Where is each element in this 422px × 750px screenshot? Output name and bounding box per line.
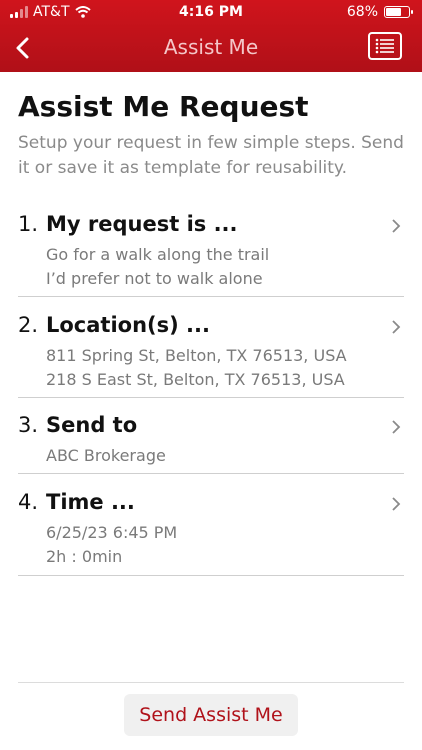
step-time[interactable]: 4. Time ... 6/25/23 6:45 PM 2h : 0min [18,490,404,576]
step-detail: 2h : 0min [46,547,123,566]
step-number: 4. [18,490,39,514]
step-heading: 4. Time ... [18,490,135,514]
step-title: Time ... [46,490,135,514]
step-detail: 811 Spring St, Belton, TX 76513, USA [46,346,347,365]
step-detail: 218 S East St, Belton, TX 76513, USA [46,370,345,389]
send-assist-me-button[interactable]: Send Assist Me [124,694,298,736]
nav-title: Assist Me [163,35,259,59]
chevron-right-icon [392,420,401,434]
step-send-to[interactable]: 3. Send to ABC Brokerage [18,413,404,474]
page-subtitle: Setup your request in few simple steps. … [18,131,404,181]
step-detail: Go for a walk along the trail [46,245,270,264]
chevron-right-icon [392,320,401,334]
step-title: My request is ... [46,212,238,236]
list-menu-button[interactable] [368,32,402,60]
footer-divider [18,682,404,683]
subtitle-line: Setup your request in few simple steps. … [18,133,404,153]
step-heading: 1. My request is ... [18,212,238,236]
step-detail: I’d prefer not to walk alone [46,269,263,288]
step-number: 1. [18,212,39,236]
status-right: 68% [346,4,413,20]
step-heading: 3. Send to [18,413,137,437]
step-detail: 6/25/23 6:45 PM [46,523,178,542]
step-number: 2. [18,313,39,337]
nav-bar: Assist Me [0,26,422,70]
list-icon [375,38,394,54]
status-bar: AT&T 4:16 PM 68% [0,0,422,26]
chevron-right-icon [392,497,401,511]
subtitle-line: it or save it as template for reusabilit… [18,158,347,178]
page-title: Assist Me Request [18,90,309,123]
battery-percent: 68% [346,4,378,20]
step-title: Location(s) ... [46,313,210,337]
step-number: 3. [18,413,39,437]
step-heading: 2. Location(s) ... [18,313,210,337]
step-locations[interactable]: 2. Location(s) ... 811 Spring St, Belton… [18,313,404,398]
step-request[interactable]: 1. My request is ... Go for a walk along… [18,212,404,297]
battery-fill [386,8,401,16]
request-content: Assist Me Request Setup your request in … [18,90,404,181]
step-title: Send to [46,413,138,437]
battery-icon [384,6,413,18]
chevron-right-icon [392,219,401,233]
app-header: AT&T 4:16 PM 68% Assist Me [0,0,422,72]
step-detail: ABC Brokerage [46,446,166,465]
